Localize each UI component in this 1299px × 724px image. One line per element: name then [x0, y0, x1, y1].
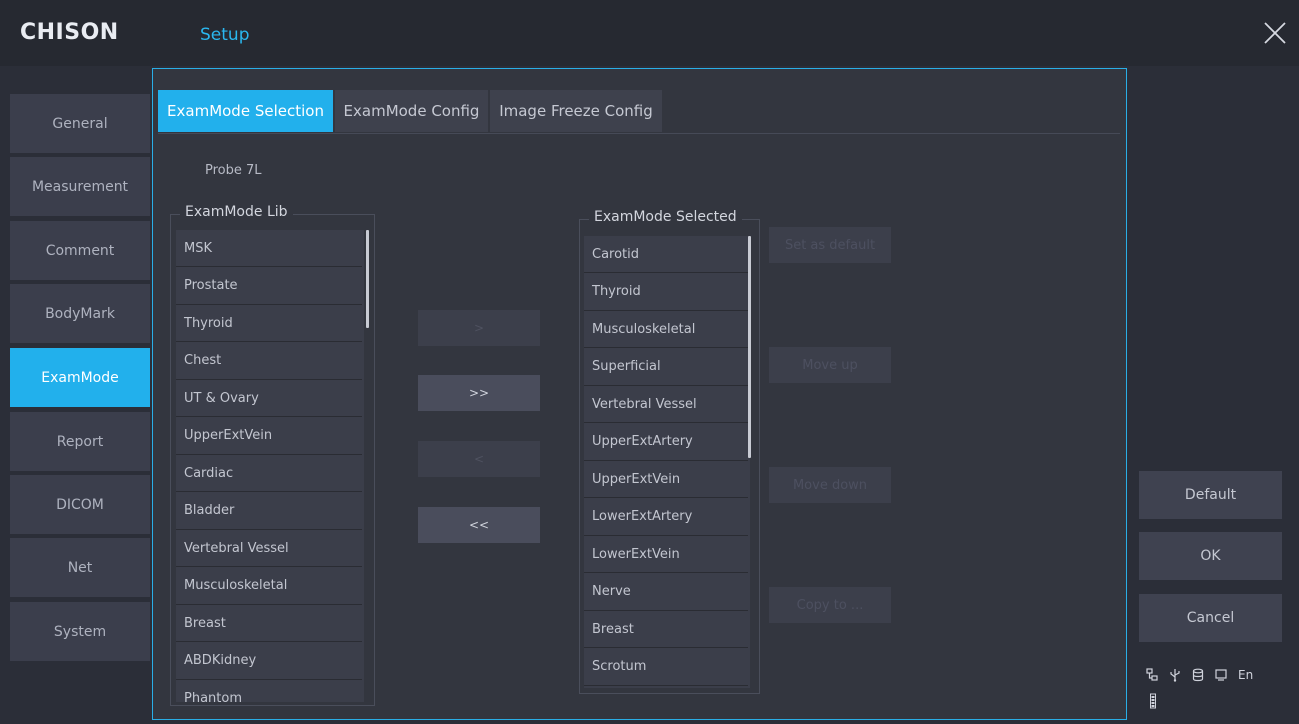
remove-button[interactable]: <: [418, 441, 540, 477]
list-item[interactable]: Thyroid: [176, 305, 362, 342]
copy-to-button[interactable]: Copy to ...: [769, 587, 891, 623]
list-item[interactable]: Musculoskeletal: [584, 311, 748, 348]
lib-scrollbar[interactable]: [366, 230, 369, 328]
remove-all-button[interactable]: <<: [418, 507, 540, 543]
exammode-lib-title: ExamMode Lib: [180, 204, 293, 220]
list-item[interactable]: Phantom: [176, 680, 362, 702]
list-item[interactable]: Vertebral Vessel: [176, 530, 362, 567]
usb-icon: [1169, 668, 1181, 682]
add-button[interactable]: >: [418, 310, 540, 346]
nav-net[interactable]: Net: [10, 538, 150, 597]
list-item[interactable]: Musculoskeletal: [176, 567, 362, 605]
nav-bodymark[interactable]: BodyMark: [10, 284, 150, 343]
list-item[interactable]: UT & Ovary: [176, 380, 362, 417]
ok-button[interactable]: OK: [1139, 532, 1282, 580]
nav-exammode[interactable]: ExamMode: [10, 348, 150, 407]
window-title: Setup: [200, 25, 250, 45]
network-icon: [1146, 668, 1158, 682]
list-item[interactable]: Prostate: [176, 267, 362, 305]
close-icon[interactable]: [1262, 20, 1288, 46]
move-down-button[interactable]: Move down: [769, 467, 891, 503]
nav-system[interactable]: System: [10, 602, 150, 661]
tab-image-freeze-config[interactable]: Image Freeze Config: [490, 90, 662, 132]
cancel-button[interactable]: Cancel: [1139, 594, 1282, 642]
list-item[interactable]: Vertebral Vessel: [584, 386, 748, 423]
list-item[interactable]: Carotid: [584, 236, 748, 273]
selected-scrollbar[interactable]: [748, 236, 751, 458]
set-default-button[interactable]: Set as default: [769, 227, 891, 263]
exammode-lib-list[interactable]: MSK Prostate Thyroid Chest UT & Ovary Up…: [176, 230, 364, 702]
add-all-button[interactable]: >>: [418, 375, 540, 411]
list-item[interactable]: Superficial: [584, 348, 748, 386]
nav-general[interactable]: General: [10, 94, 150, 153]
list-item[interactable]: UpperExtVein: [584, 461, 748, 498]
nav-report[interactable]: Report: [10, 412, 150, 471]
probe-label: Probe 7L: [205, 163, 262, 178]
list-item[interactable]: Nerve: [584, 573, 748, 611]
list-item[interactable]: Thyroid: [584, 273, 748, 311]
tab-exammode-selection[interactable]: ExamMode Selection: [158, 90, 333, 132]
list-item[interactable]: Breast: [176, 605, 362, 642]
list-item[interactable]: LowerExtVein: [584, 536, 748, 573]
list-item[interactable]: LowerExtArtery: [584, 498, 748, 536]
brand-logo: CHISON: [20, 20, 119, 45]
list-item[interactable]: Bladder: [176, 492, 362, 530]
list-item[interactable]: Cardiac: [176, 455, 362, 492]
exammode-selected-title: ExamMode Selected: [589, 209, 742, 225]
status-tray: En: [1146, 668, 1253, 682]
title-bar: [0, 0, 1299, 66]
nav-measurement[interactable]: Measurement: [10, 157, 150, 216]
storage-icon: [1192, 668, 1204, 682]
language-indicator[interactable]: En: [1238, 668, 1253, 682]
nav-comment[interactable]: Comment: [10, 221, 150, 280]
tab-divider: [158, 133, 1120, 134]
monitor-icon: [1215, 668, 1227, 682]
battery-icon: [1150, 693, 1156, 709]
list-item[interactable]: UpperExtVein: [176, 417, 362, 455]
list-item[interactable]: UpperExtArtery: [584, 423, 748, 461]
list-item[interactable]: Breast: [584, 611, 748, 648]
list-item[interactable]: Scrotum: [584, 648, 748, 686]
tab-exammode-config[interactable]: ExamMode Config: [335, 90, 488, 132]
list-item[interactable]: ABDKidney: [176, 642, 362, 680]
list-item[interactable]: Chest: [176, 342, 362, 380]
exammode-selected-list[interactable]: Carotid Thyroid Musculoskeletal Superfic…: [584, 236, 750, 688]
list-item[interactable]: MSK: [176, 230, 362, 267]
move-up-button[interactable]: Move up: [769, 347, 891, 383]
nav-dicom[interactable]: DICOM: [10, 475, 150, 534]
default-button[interactable]: Default: [1139, 471, 1282, 519]
